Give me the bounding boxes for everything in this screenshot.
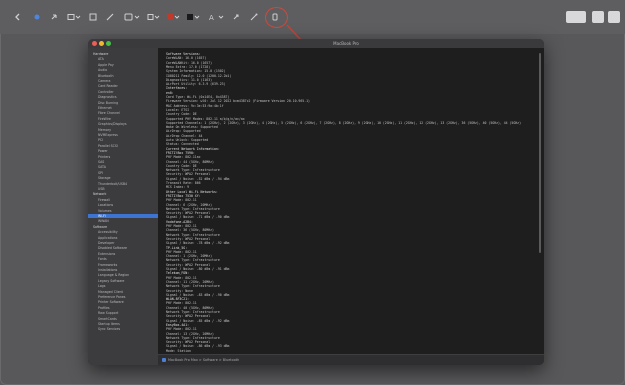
sidebar-item[interactable]: Managed Client [98,290,158,294]
sidebar-item[interactable]: SAS [98,160,158,164]
sidebar-item[interactable]: Volumes [98,209,158,213]
window-title: MacBook Pro [333,41,359,46]
sidebar-item[interactable]: Sync Services [98,327,158,331]
sidebar-item[interactable]: Thunderbolt/USB4 [98,182,158,186]
sidebar-item[interactable]: Memory [98,128,158,132]
sidebar-item[interactable]: Accessibility [98,230,158,234]
sidebar-item[interactable]: Printers [98,155,158,159]
sidebar-item[interactable]: Power [98,149,158,153]
sidebar-item[interactable]: Firewall [98,198,158,202]
path-text: MacBook Pro Max > Software > Bluetooth [168,358,240,362]
sidebar-item[interactable]: Raw Support [98,311,158,315]
sidebar-item[interactable]: Logs [98,284,158,288]
sidebar-item[interactable]: FireWire [98,117,158,121]
path-bar: MacBook Pro Max > Software > Bluetooth [158,354,544,365]
sidebar-item[interactable]: Disc Burning [98,101,158,105]
sidebar-section: Network [93,192,107,197]
sidebar-item[interactable]: Graphics/Displays [98,122,158,126]
sidebar-item[interactable]: Language & Region [98,273,158,277]
sidebar-item[interactable]: Camera [98,79,158,83]
sidebar-item[interactable]: USB [98,187,158,191]
sidebar-item[interactable]: Wi-Fi [88,214,168,218]
close-button[interactable] [92,41,97,46]
sidebar-item[interactable]: Locations [98,203,158,207]
sidebar-item[interactable]: Profiles [98,306,158,310]
sidebar-item[interactable]: Diagnostics [98,95,158,99]
sidebar-item[interactable]: Developer [98,241,158,245]
sidebar-item[interactable]: Audio [98,68,158,72]
computer-icon [162,358,166,362]
sidebar-item[interactable]: Legacy Software [98,279,158,283]
sidebar-item[interactable]: WWAN [98,219,158,223]
sidebar-item[interactable]: Apple Pay [98,63,158,67]
sidebar-item[interactable]: Disabled Software [98,246,158,250]
sidebar-item[interactable]: Fibre Channel [98,111,158,115]
sidebar-item[interactable]: NVMExpress [98,133,158,137]
minimize-button[interactable] [99,41,104,46]
sidebar-item[interactable]: Controller [98,90,158,94]
zoom-button[interactable] [106,41,111,46]
sidebar-item[interactable]: Parallel SCSI [98,144,158,148]
sidebar-item[interactable]: SmartCards [98,317,158,321]
detail-pane: Software Versions: CoreWLAN: 16.0 (1657)… [158,48,544,354]
sidebar-item[interactable]: Printer Software [98,300,158,304]
sidebar-item[interactable]: Applications [98,236,158,240]
window-titlebar: MacBook Pro [88,39,544,48]
info-row: Supported Channels: 1 (2GHz), 2 (2GHz), … [166,120,522,125]
sidebar-item[interactable]: Ethernet [98,106,158,110]
info-row: Mode: Station [166,348,191,353]
sidebar-section: Hardware [93,52,109,56]
sidebar-section: Software [93,224,108,229]
sidebar-item[interactable]: Extensions [98,252,158,256]
system-information-window: MacBook Pro Hardware ATA Apple Pay Audio Blu… [88,39,544,365]
sidebar-item[interactable]: Installations [98,268,158,272]
sidebar-item[interactable]: Startup Items [98,322,158,326]
sidebar-item[interactable]: Storage [98,176,158,180]
sidebar: Hardware ATA Apple Pay Audio Bluetooth Camera… [88,48,168,365]
sidebar-item[interactable]: SPI [98,171,158,175]
sidebar-item[interactable]: SATA [98,165,158,169]
scrollbar[interactable] [539,53,541,253]
sidebar-item[interactable]: PCI [98,138,158,142]
sidebar-item[interactable]: Card Reader [98,84,158,88]
sidebar-item[interactable]: Preference Panes [98,295,158,299]
sidebar-item[interactable]: ATA [98,57,158,61]
sidebar-item[interactable]: Fonts [98,257,158,261]
sidebar-item[interactable]: Bluetooth [98,74,158,78]
sidebar-item[interactable]: Frameworks [98,263,158,267]
